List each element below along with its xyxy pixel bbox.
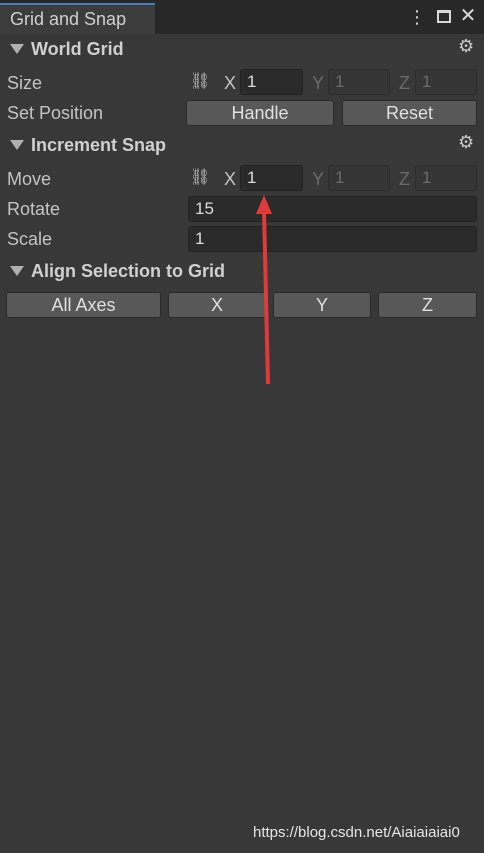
annotation-arrow-shape: [256, 195, 272, 385]
watermark-text: https://blog.csdn.net/Aiaiaiaiai0: [253, 824, 460, 841]
annotation-arrow: [256, 195, 272, 385]
